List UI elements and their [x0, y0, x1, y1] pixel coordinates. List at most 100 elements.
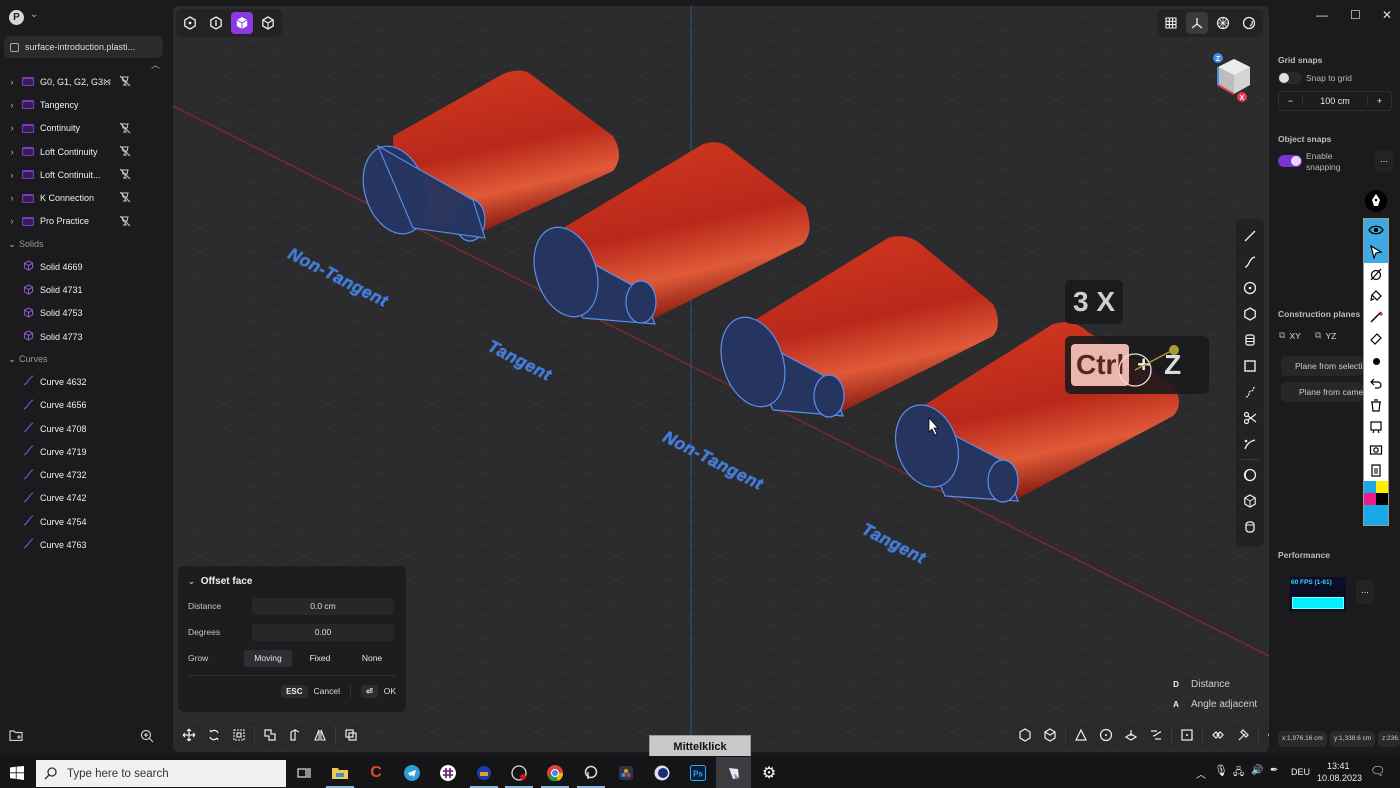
folder-row[interactable]: › Loft Continuit... [0, 163, 170, 186]
3d-viewport[interactable]: Non-Tangent Tangent Non-Tangent Tangent [173, 6, 1269, 752]
ccleaner-taskbar-icon[interactable]: C [365, 762, 387, 784]
hidden-visibility-icon[interactable] [119, 75, 131, 87]
telegram-taskbar-icon[interactable] [401, 762, 423, 784]
curves-section-header[interactable]: ⌄ Curves [0, 348, 170, 370]
file-explorer-taskbar-icon[interactable] [329, 762, 351, 784]
render-mode-button[interactable] [1212, 12, 1234, 34]
user-avatar[interactable]: P [9, 10, 24, 25]
close-button[interactable]: ✕ [1382, 8, 1392, 22]
hidden-visibility-icon[interactable] [119, 215, 131, 227]
curve-list-item[interactable]: Curve 4708 [0, 417, 170, 440]
capture-app-taskbar-icon[interactable] [580, 762, 602, 784]
hidden-visibility-icon[interactable] [119, 191, 131, 203]
bridge-tool-button[interactable] [1146, 725, 1166, 745]
davinci-taskbar-icon[interactable] [615, 762, 637, 784]
chevron-right-icon[interactable]: › [5, 216, 19, 226]
app-taskbar-icon[interactable] [473, 762, 495, 784]
spiral-tool[interactable] [1239, 379, 1261, 405]
cancel-button[interactable]: ESC Cancel [281, 684, 340, 698]
clipboard-tool[interactable] [1364, 459, 1388, 481]
more-tools-button[interactable]: ••• [1264, 725, 1269, 745]
solid-select-mode-button[interactable] [257, 12, 279, 34]
distance-input[interactable]: 0.0 cm [252, 597, 394, 615]
curve-list-item[interactable]: Curve 4763 [0, 533, 170, 556]
vertex-select-mode-button[interactable] [179, 12, 201, 34]
hidden-visibility-icon[interactable] [119, 168, 131, 180]
chevron-right-icon[interactable]: › [5, 170, 19, 180]
snapping-options-button[interactable]: ... [1375, 150, 1393, 172]
view-cube[interactable]: Z X [1209, 51, 1259, 103]
minimize-button[interactable]: — [1316, 8, 1328, 22]
settings-taskbar-icon[interactable]: ⚙ [758, 762, 780, 784]
color-palette[interactable] [1364, 481, 1388, 506]
plane-yz-button[interactable]: ⧉ YZ [1315, 330, 1336, 341]
folder-row[interactable]: › K Connection [0, 186, 170, 209]
pen-input-icon[interactable]: ✒ [1270, 765, 1278, 776]
sphere-tool[interactable] [1239, 462, 1261, 488]
curve-list-item[interactable]: Curve 4742 [0, 487, 170, 510]
clock-time[interactable]: 13:41 [1327, 761, 1350, 771]
clock-date[interactable]: 10.08.2023 [1317, 773, 1362, 783]
link-icon[interactable]: ⋈ [103, 77, 111, 86]
circle-tool[interactable] [1239, 275, 1261, 301]
pivot-tool-button[interactable] [1096, 725, 1116, 745]
solid-list-item[interactable]: Solid 4753 [0, 302, 170, 325]
face-select-mode-button[interactable] [231, 12, 253, 34]
hammer-tool-button[interactable] [1233, 725, 1253, 745]
trim-tool[interactable] [1239, 405, 1261, 431]
photoshop-taskbar-icon[interactable]: Ps [687, 762, 709, 784]
undo-tool[interactable] [1364, 372, 1388, 394]
folder-row[interactable]: › Tangency [0, 93, 170, 116]
color-swatch-yellow[interactable] [1376, 481, 1388, 494]
scale-button[interactable] [229, 725, 249, 745]
curve-tool[interactable] [1239, 249, 1261, 275]
grid-size-input[interactable]: 100 cm [1303, 96, 1367, 106]
curve-list-item[interactable]: Curve 4656 [0, 394, 170, 417]
axes-toggle-button[interactable] [1186, 12, 1208, 34]
folder-row[interactable]: › Loft Continuity [0, 140, 170, 163]
duplicate-button[interactable] [341, 725, 361, 745]
pen-tool[interactable] [1364, 263, 1388, 285]
polygon-tool[interactable] [1239, 301, 1261, 327]
windows-start-icon[interactable] [10, 766, 24, 780]
solid-tool-button[interactable] [1015, 725, 1035, 745]
enable-snapping-toggle[interactable] [1278, 155, 1302, 167]
pointer-tool[interactable] [1364, 240, 1388, 263]
obs-taskbar-icon[interactable] [508, 762, 530, 784]
cylinder-solid-tool[interactable] [1239, 514, 1261, 540]
tray-overflow-chevron-icon[interactable]: ︿ [1196, 766, 1206, 781]
pattern-tool-button[interactable] [1208, 725, 1228, 745]
account-chevron-down-icon[interactable]: ⌄ [30, 9, 38, 20]
box-tool[interactable] [1239, 488, 1261, 514]
file-name-box[interactable]: surface-introduction.plasti... [4, 36, 163, 58]
curve-list-item[interactable]: Curve 4732 [0, 463, 170, 486]
plasticity-taskbar-icon[interactable] [723, 762, 745, 784]
color-swatch-cyan[interactable] [1364, 481, 1376, 494]
cylinder-tool[interactable] [1239, 327, 1261, 353]
boolean-tool-button[interactable] [1177, 725, 1197, 745]
screenshot-tool[interactable] [1364, 438, 1388, 460]
degrees-input[interactable]: 0.00 [252, 623, 394, 641]
snap-to-grid-toggle[interactable] [1278, 72, 1302, 84]
hidden-visibility-icon[interactable] [119, 122, 131, 134]
current-color-swatch[interactable] [1364, 505, 1388, 526]
language-indicator[interactable]: DEU [1291, 767, 1310, 777]
chevron-right-icon[interactable]: › [5, 100, 19, 110]
clear-tool[interactable] [1364, 394, 1388, 416]
shell-tool-button[interactable] [1040, 725, 1060, 745]
curve-list-item[interactable]: Curve 4754 [0, 510, 170, 533]
plane-from-camera-button[interactable]: Plane from camera [1281, 382, 1363, 402]
fillet-curve-tool[interactable] [1239, 431, 1261, 457]
edge-select-mode-button[interactable] [205, 12, 227, 34]
zoom-in-icon[interactable] [140, 729, 154, 743]
move-button[interactable] [179, 725, 199, 745]
grid-size-increment[interactable]: + [1367, 96, 1391, 106]
offset-face-header[interactable]: ⌄ Offset face [188, 576, 396, 587]
solid-list-item[interactable]: Solid 4669 [0, 255, 170, 278]
performance-options-button[interactable]: ... [1356, 580, 1374, 604]
matcap-button[interactable] [1238, 12, 1260, 34]
chevron-right-icon[interactable]: › [5, 123, 19, 133]
solid-list-item[interactable]: Solid 4773 [0, 325, 170, 348]
taskbar-search-box[interactable]: Type here to search [36, 760, 286, 787]
slack-taskbar-icon[interactable] [437, 762, 459, 784]
